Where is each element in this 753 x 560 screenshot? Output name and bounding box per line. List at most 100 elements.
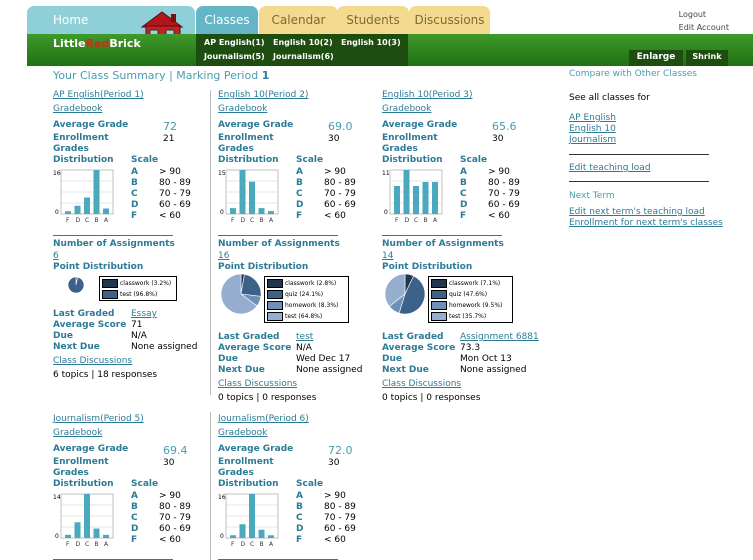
gradebook-link[interactable]: Gradebook <box>218 104 267 114</box>
scale-range: < 60 <box>159 535 181 545</box>
chart-tick-label: F <box>231 217 235 224</box>
grades-label: Grades <box>218 144 254 154</box>
gradebook-link[interactable]: Gradebook <box>53 104 102 114</box>
class-name-link[interactable]: English 10(Period 2) <box>218 90 308 100</box>
chart-bar-c <box>413 186 419 214</box>
legend-swatch <box>267 290 283 299</box>
class-name-link[interactable]: Journalism(Period 5) <box>53 414 144 424</box>
average-score-label: Average Score <box>218 343 292 353</box>
scale-letter: A <box>131 167 138 177</box>
chart-bar-f <box>65 211 71 214</box>
compare-link-ap-english[interactable]: AP English <box>569 113 616 123</box>
grades-label: Grades <box>53 468 89 478</box>
point-distribution-pie <box>384 273 426 315</box>
pie-legend: classwork (3.2%) test (96.8%) <box>99 276 177 301</box>
chart-bar-f <box>230 208 236 214</box>
chart-tick-label: A <box>104 217 109 224</box>
grades-label: Grades <box>382 144 418 154</box>
last-graded-link[interactable]: test <box>296 332 313 342</box>
tab-classes[interactable]: Classes <box>196 6 258 34</box>
edit-account-link[interactable]: Edit Account <box>679 23 729 32</box>
class-name-link[interactable]: AP English(Period 1) <box>53 90 144 100</box>
subtab-english10-3[interactable]: English 10(3) <box>341 38 401 47</box>
legend-swatch <box>102 290 118 299</box>
number-of-assignments-link[interactable]: 14 <box>382 251 393 261</box>
tab-calendar[interactable]: Calendar <box>259 6 338 34</box>
legend-entry: classwork (7.1%) <box>431 279 500 288</box>
edit-next-term-link[interactable]: Edit next term's teaching load <box>569 207 705 217</box>
distribution-label: Distribution <box>218 155 279 165</box>
average-score-label: Average Score <box>53 320 127 330</box>
scale-letter: F <box>131 211 138 221</box>
compare-link-list: AP English English 10 Journalism <box>569 113 729 146</box>
next-due-value: None assigned <box>460 365 527 375</box>
class-discussions-link[interactable]: Class Discussions <box>382 379 461 389</box>
subtab-english10-2[interactable]: English 10(2) <box>273 38 333 47</box>
last-graded-link[interactable]: Essay <box>131 309 157 319</box>
due-value: Mon Oct 13 <box>460 354 512 364</box>
chart-tick-label: C <box>250 217 254 224</box>
scale-letter: C <box>131 513 138 523</box>
chart-ymin-label: 0 <box>220 209 224 216</box>
class-summary: English 10(Period 2) Gradebook Average Gra… <box>218 90 378 403</box>
scale-range: 70 - 79 <box>159 189 191 199</box>
class-discussions-link[interactable]: Class Discussions <box>53 356 132 366</box>
next-term-heading: Next Term <box>569 191 615 201</box>
chart-tick-label: F <box>66 217 70 224</box>
logout-link[interactable]: Logout <box>679 10 729 19</box>
legend-label: test (96.8%) <box>120 291 158 298</box>
scale-letter: F <box>296 211 303 221</box>
point-distribution-label: Point Distribution <box>382 262 473 272</box>
scale-letter: D <box>131 200 139 210</box>
next-due-value: None assigned <box>131 342 198 352</box>
legend-label: quiz (47.6%) <box>449 291 488 298</box>
due-label: Due <box>382 354 402 364</box>
chart-bar-a <box>268 535 274 538</box>
enlarge-button[interactable]: Enlarge <box>629 50 683 66</box>
tab-students[interactable]: Students <box>337 6 409 34</box>
subtab-journalism-5[interactable]: Journalism(5) <box>204 52 265 61</box>
number-of-assignments-link[interactable]: 6 <box>53 251 59 261</box>
last-graded-label: Last Graded <box>53 309 115 319</box>
gradebook-link[interactable]: Gradebook <box>53 428 102 438</box>
chart-bar-f <box>65 534 71 538</box>
number-of-assignments-link[interactable]: 16 <box>218 251 229 261</box>
next-due-label: Next Due <box>53 342 100 352</box>
compare-link-english10[interactable]: English 10 <box>569 124 616 134</box>
compare-link-journalism[interactable]: Journalism <box>569 135 616 145</box>
distribution-label: Distribution <box>53 479 114 489</box>
distribution-label: Distribution <box>218 479 279 489</box>
scale-letter: C <box>460 189 467 199</box>
chart-tick-label: B <box>95 541 99 548</box>
tab-discussions[interactable]: Discussions <box>409 6 490 34</box>
section-rule <box>382 235 502 236</box>
chart-tick-label: B <box>424 217 428 224</box>
class-summary: Journalism(Period 5) Gradebook Average Gra… <box>53 414 213 560</box>
class-name-link[interactable]: Journalism(Period 6) <box>218 414 309 424</box>
subtab-ap-english-1[interactable]: AP English(1) <box>204 38 265 47</box>
enrollment-next-term-link[interactable]: Enrollment for next term's classes <box>569 218 723 228</box>
gradebook-link[interactable]: Gradebook <box>382 104 431 114</box>
scale-label: Scale <box>460 155 488 165</box>
legend-entry: quiz (24.1%) <box>267 290 323 299</box>
scale-range: 70 - 79 <box>324 513 356 523</box>
class-discussions-link[interactable]: Class Discussions <box>218 379 297 389</box>
enrollment-value: 30 <box>328 134 340 144</box>
pie-legend: classwork (7.1%) quiz (47.6%) homework (9.… <box>428 276 513 323</box>
legend-entry: test (35.7%) <box>431 312 486 321</box>
chart-ymax-label: 16 <box>218 494 226 501</box>
grade-distribution-chart: F D C B A 11 0 <box>382 169 443 224</box>
chart-bar-d <box>239 170 246 214</box>
subtab-journalism-6[interactable]: Journalism(6) <box>273 52 334 61</box>
class-name-link[interactable]: English 10(Period 3) <box>382 90 472 100</box>
scale-letter: A <box>296 491 303 501</box>
legend-entry: quiz (47.6%) <box>431 290 487 299</box>
edit-teaching-load-link[interactable]: Edit teaching load <box>569 163 651 173</box>
gradebook-link[interactable]: Gradebook <box>218 428 267 438</box>
shrink-button[interactable]: Shrink <box>686 50 728 66</box>
enrollment-label: Enrollment <box>382 133 438 143</box>
chart-tick-label: A <box>269 541 274 548</box>
chart-ymin-label: 0 <box>55 209 59 216</box>
last-graded-link[interactable]: Assignment 6881 <box>460 332 539 342</box>
chart-bar-c <box>84 494 90 538</box>
